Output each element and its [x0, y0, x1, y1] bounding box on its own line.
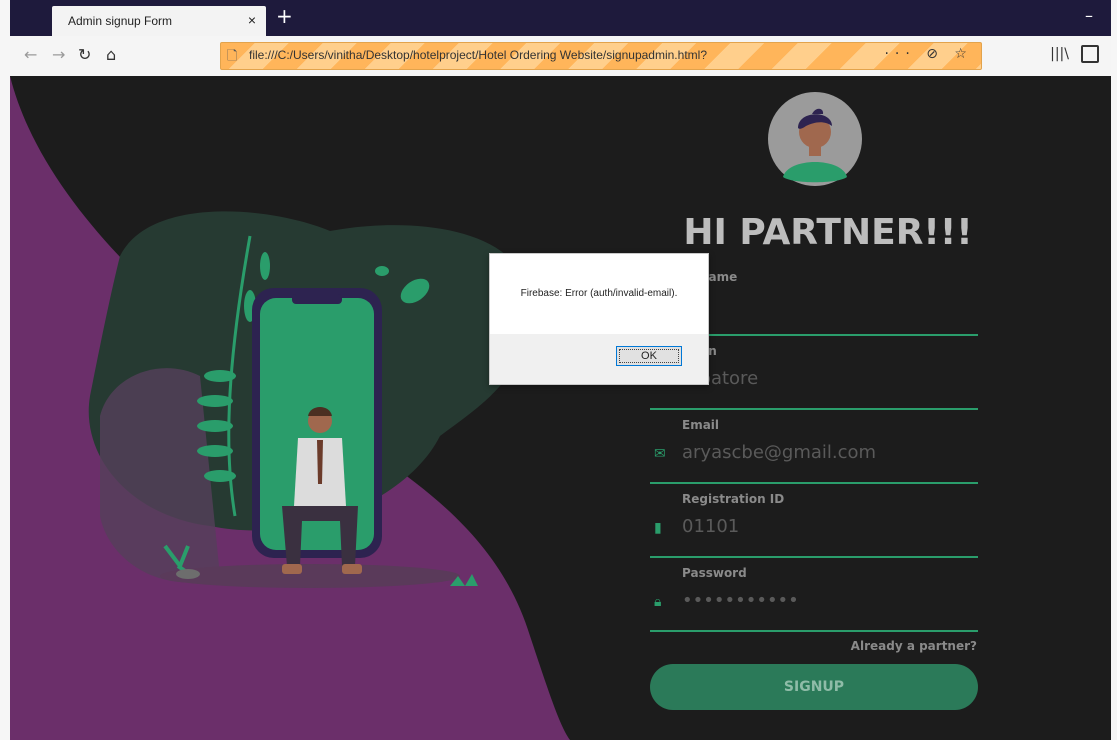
person-tie: [317, 440, 323, 484]
rock-shape: [176, 569, 200, 579]
sidebar-icon[interactable]: [1081, 45, 1099, 63]
tab-title: Admin signup Form: [68, 14, 173, 28]
alert-footer: OK: [490, 334, 708, 384]
window-minimize-icon[interactable]: –: [1085, 6, 1093, 25]
tab-close-icon[interactable]: ×: [248, 12, 256, 28]
page-content: HI PARTNER!!! ● el Name as ▰ ation mbato…: [10, 76, 1111, 740]
home-icon[interactable]: ⌂: [106, 45, 116, 64]
email-field-value[interactable]: aryascbe@gmail.com: [682, 442, 876, 463]
password-field-value[interactable]: •••••••••••: [682, 590, 799, 611]
small-leaf-icon: [375, 266, 389, 276]
alert-ok-button[interactable]: OK: [616, 346, 682, 366]
window-frame-right: [1111, 0, 1117, 740]
person-shoe-left: [282, 564, 302, 574]
phone-notch: [292, 294, 342, 304]
envelope-icon: ✉: [654, 446, 666, 462]
registration-id-label: Registration ID: [682, 492, 785, 506]
address-bar[interactable]: 🗋 file:///C:/Users/vinitha/Desktop/hotel…: [220, 42, 982, 70]
page-info-icon[interactable]: 🗋: [227, 47, 237, 69]
back-arrow-icon[interactable]: ←: [24, 45, 37, 64]
registration-id-value[interactable]: 01101: [682, 516, 739, 537]
url-actions-icons[interactable]: ··· ⊘ ☆: [884, 46, 973, 62]
window-frame-left: [0, 0, 10, 740]
avatar: [768, 92, 862, 186]
email-field[interactable]: ✉ Email aryascbe@gmail.com: [650, 418, 978, 484]
page-title: HI PARTNER!!!: [683, 212, 973, 253]
alert-message: Firebase: Error (auth/invalid-email).: [520, 288, 678, 299]
browser-tab-bar: Admin signup Form × + –: [10, 0, 1111, 36]
new-tab-icon[interactable]: +: [276, 4, 293, 28]
registration-id-field[interactable]: ▮ Registration ID 01101: [650, 492, 978, 558]
browser-tab[interactable]: Admin signup Form ×: [52, 6, 266, 36]
password-field-label: Password: [682, 566, 747, 580]
alert-dialog: Firebase: Error (auth/invalid-email). OK: [489, 253, 709, 385]
password-field[interactable]: 🔒︎ Password •••••••••••: [650, 566, 978, 632]
reload-icon[interactable]: ↻: [78, 45, 91, 64]
id-card-icon: ▮: [654, 520, 662, 536]
browser-toolbar: ← → ↻ ⌂ 🗋 file:///C:/Users/vinitha/Deskt…: [10, 36, 1111, 77]
ground-shadow: [160, 564, 460, 588]
email-field-label: Email: [682, 418, 720, 432]
forward-arrow-icon[interactable]: →: [52, 45, 65, 64]
library-icon[interactable]: |||\: [1050, 46, 1069, 62]
url-text: file:///C:/Users/vinitha/Desktop/hotelpr…: [249, 48, 707, 62]
person-shoe-right: [342, 564, 362, 574]
lock-icon: 🔒︎: [654, 594, 662, 610]
signup-button[interactable]: SIGNUP: [650, 664, 978, 710]
already-partner-link[interactable]: Already a partner?: [851, 639, 977, 653]
partner-illustration: [10, 76, 570, 740]
